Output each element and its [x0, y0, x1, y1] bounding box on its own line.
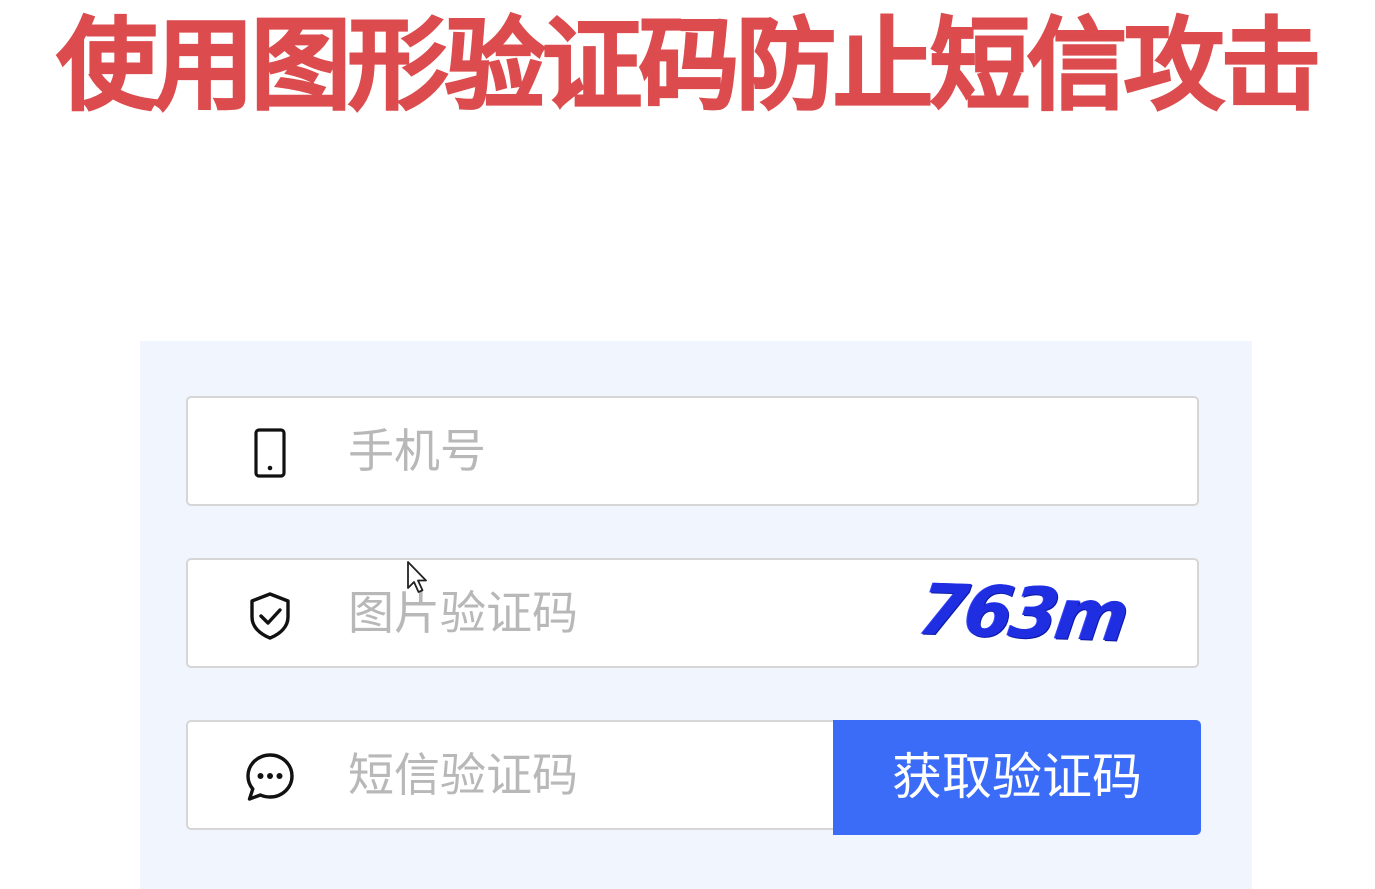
- phone-field[interactable]: 手机号: [186, 396, 1199, 506]
- get-sms-code-button[interactable]: 获取验证码: [833, 720, 1201, 835]
- chat-bubble-icon: [242, 749, 298, 805]
- image-captcha-placeholder: 图片验证码: [348, 586, 578, 640]
- shield-check-icon: [242, 587, 298, 643]
- captcha-image[interactable]: 763m: [914, 566, 1132, 660]
- phone-placeholder: 手机号: [348, 424, 486, 478]
- sms-code-placeholder: 短信验证码: [348, 748, 578, 802]
- mouse-cursor-icon: [407, 561, 427, 593]
- mobile-phone-icon: [242, 425, 298, 481]
- captcha-image-text: 763m: [914, 568, 1132, 658]
- headline-title: 使用图形验证码防止短信攻击: [56, 6, 1322, 125]
- sms-code-field[interactable]: 短信验证码: [186, 720, 836, 830]
